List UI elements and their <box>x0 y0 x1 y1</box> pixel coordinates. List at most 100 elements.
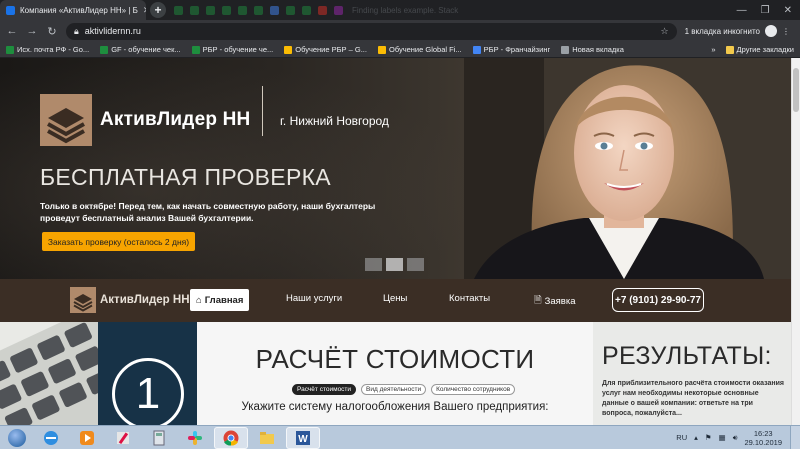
hero-logo[interactable]: АктивЛидер НН <box>40 94 250 146</box>
back-icon[interactable]: ← <box>6 25 18 37</box>
tray-expand-icon[interactable]: ▴ <box>694 433 698 442</box>
browser-toolbar: ← → ↻ 🔒︎ aktivlidernn.ru ☆ 1 вкладка инк… <box>0 20 800 42</box>
nav-request-label: Заявка <box>544 295 576 307</box>
document-icon: 🗎︎ <box>534 295 542 306</box>
browser-tab[interactable] <box>218 0 234 20</box>
bookmark-star-icon[interactable]: ☆ <box>661 26 669 37</box>
phone-button[interactable]: +7 (9101) 29-90-77 <box>612 288 704 312</box>
action-center-icon[interactable]: ⚑ <box>705 433 712 442</box>
bookmark-item[interactable]: РБР - Франчайзинг <box>472 45 550 54</box>
taskbar-chrome[interactable] <box>214 426 248 449</box>
tab-favicon-icon <box>205 5 215 15</box>
step-tab-cost[interactable]: Расчёт стоимости <box>292 384 357 395</box>
bookmark-item[interactable]: Исх. почта РФ - Go... <box>6 45 89 54</box>
order-check-button[interactable]: Заказать проверку (осталось 2 дня) <box>42 232 195 251</box>
nav-prices[interactable]: Цены <box>383 293 407 304</box>
reload-icon[interactable]: ↻ <box>46 25 58 38</box>
bookmark-label: Новая вкладка <box>572 45 624 54</box>
taskbar-ie[interactable] <box>34 427 68 449</box>
chrome-icon <box>223 430 239 446</box>
hero-portrait <box>464 58 791 279</box>
incognito-indicator[interactable]: 1 вкладка инкогнито ⋮ <box>685 25 794 37</box>
forward-icon[interactable]: → <box>26 25 38 37</box>
internet-explorer-icon <box>44 430 58 445</box>
nav-contacts[interactable]: Контакты <box>449 293 490 304</box>
minimize-icon[interactable]: — <box>737 5 747 16</box>
taskbar-media-player[interactable] <box>70 427 104 449</box>
main-navbar: АктивЛидер НН ⌂ Главная Наши услуги Цены… <box>0 279 791 322</box>
bookmark-item[interactable]: GF - обучение чек... <box>100 45 181 54</box>
browser-tab[interactable] <box>330 0 346 20</box>
bookmark-item[interactable]: Обучение Global Fi... <box>377 45 462 54</box>
nav-services[interactable]: Наши услуги <box>286 293 342 304</box>
browser-tab[interactable]: Finding labels example. Stack <box>346 0 464 20</box>
taskbar-paint[interactable] <box>106 427 140 449</box>
tab-favicon-icon <box>333 5 343 15</box>
bookmark-favicon-icon <box>472 45 481 54</box>
browser-tab-active[interactable]: Компания «АктивЛидер НН» | Б ✕ <box>0 0 146 20</box>
browser-tab[interactable] <box>170 0 186 20</box>
step-tab-employees[interactable]: Количество сотрудников <box>431 384 516 395</box>
new-tab-button[interactable]: + <box>150 2 166 18</box>
hero-banner: АктивЛидер НН г. Нижний Новгород БЕСПЛАТ… <box>0 58 791 279</box>
nav-home[interactable]: ⌂ Главная <box>190 289 250 311</box>
slider-dot[interactable] <box>407 258 424 271</box>
clock-date: 29.10.2019 <box>744 437 782 447</box>
browser-tab[interactable] <box>186 0 202 20</box>
step-tab-activity[interactable]: Вид деятельности <box>361 384 427 395</box>
bookmark-item[interactable]: Новая вкладка <box>561 45 624 54</box>
browser-tab[interactable] <box>266 0 282 20</box>
show-desktop-button[interactable] <box>790 425 800 449</box>
nav-request[interactable]: 🗎︎ Заявка <box>534 293 576 309</box>
menu-kebab-icon[interactable]: ⋮ <box>782 27 790 36</box>
calculator-image <box>0 322 98 425</box>
nav-contacts-label: Контакты <box>449 293 491 304</box>
calculator-question: Укажите систему налогообложения Вашего п… <box>241 401 549 413</box>
tab-favicon-icon <box>189 5 199 15</box>
tab-favicon-icon <box>269 5 279 15</box>
more-bookmarks-button[interactable]: » <box>711 45 715 54</box>
hero-title: БЕСПЛАТНАЯ ПРОВЕРКА <box>40 164 331 190</box>
tab-favicon-icon <box>253 5 263 15</box>
browser-tab[interactable] <box>282 0 298 20</box>
browser-tab[interactable] <box>250 0 266 20</box>
taskbar-calculator[interactable] <box>142 427 176 449</box>
slider-dots <box>365 258 424 271</box>
volume-icon[interactable]: 🔊︎ <box>733 433 738 443</box>
word-icon: W <box>296 430 310 445</box>
bookmark-item[interactable]: РБР - обучение че... <box>191 45 273 54</box>
nav-services-label: Наши услуги <box>286 293 343 304</box>
taskbar-explorer[interactable] <box>250 427 284 449</box>
step-number: 1 <box>112 358 184 425</box>
start-button[interactable] <box>0 426 34 449</box>
tab-favicon-icon <box>221 5 231 15</box>
slider-dot-active[interactable] <box>386 258 403 271</box>
language-indicator[interactable]: RU <box>676 433 687 442</box>
close-window-icon[interactable]: ✕ <box>784 5 792 16</box>
taskbar-word[interactable]: W <box>286 426 320 449</box>
tab-favicon-icon <box>285 5 295 15</box>
media-player-icon <box>80 430 94 445</box>
nav-logo[interactable]: АктивЛидер НН <box>70 287 190 313</box>
page-scrollbar[interactable] <box>791 58 800 425</box>
results-title: РЕЗУЛЬТАТЫ: <box>602 342 772 370</box>
tab-favicon-icon <box>317 5 327 15</box>
taskbar-slack[interactable] <box>178 427 212 449</box>
clock[interactable]: 16:23 29.10.2019 <box>744 429 782 447</box>
hero-description: Только в октябре! Перед тем, как начать … <box>40 201 376 223</box>
browser-tab[interactable] <box>202 0 218 20</box>
scrollbar-thumb[interactable] <box>793 68 799 112</box>
logo-divider <box>262 86 263 136</box>
other-bookmarks-folder[interactable]: Другие закладки <box>725 45 794 54</box>
bookmark-favicon-icon <box>561 45 570 54</box>
bookmark-item[interactable]: Обучение РБР – G... <box>284 45 367 54</box>
lock-icon: 🔒︎ <box>74 25 79 36</box>
maximize-icon[interactable]: ❐ <box>761 5 770 16</box>
browser-tab[interactable] <box>314 0 330 20</box>
browser-tab[interactable] <box>298 0 314 20</box>
browser-tab[interactable] <box>234 0 250 20</box>
slider-dot[interactable] <box>365 258 382 271</box>
network-icon[interactable]: ▦ <box>719 433 726 442</box>
close-tab-icon[interactable]: ✕ <box>143 5 146 16</box>
address-bar[interactable]: 🔒︎ aktivlidernn.ru ☆ <box>66 22 677 40</box>
